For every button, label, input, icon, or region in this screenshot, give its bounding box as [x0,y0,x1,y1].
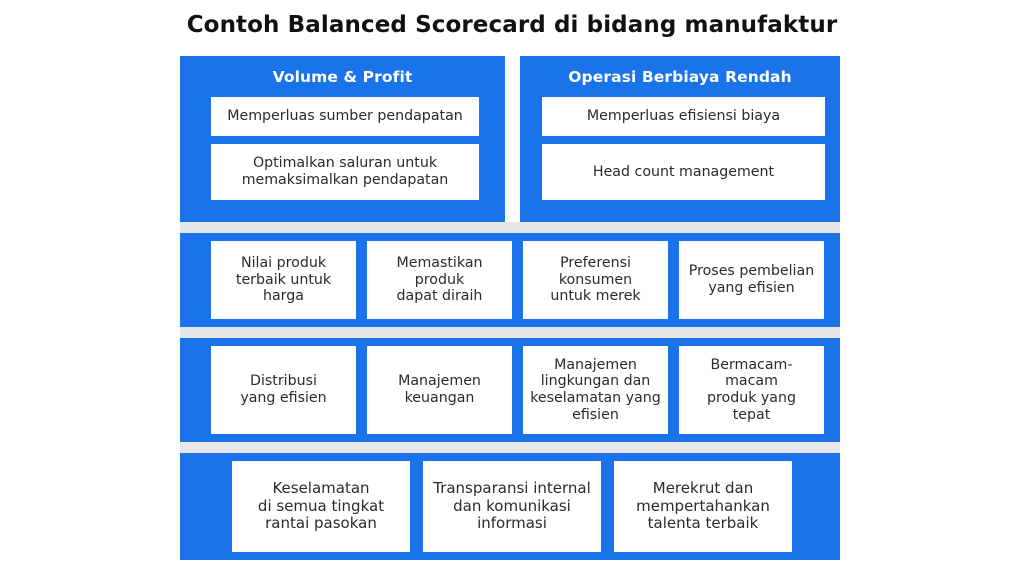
panel-heading-operasi-berbiaya-rendah: Operasi Berbiaya Rendah [568,68,792,86]
row-gap-3 [180,442,840,453]
card-proses-pembelian-efisien[interactable]: Proses pembelian yang efisien [679,241,824,319]
panel-volume-profit: Volume & Profit Memperluas sumber pendap… [180,56,505,222]
panel-operasi-berbiaya-rendah: Operasi Berbiaya Rendah Memperluas efisi… [520,56,840,222]
row-gap-1 [180,222,840,233]
card-merekrut-mempertahankan-talenta[interactable]: Merekrut dan mempertahankan talenta terb… [614,461,792,552]
card-manajemen-lingkungan-keselamatan[interactable]: Manajemen lingkungan dan keselamatan yan… [523,346,668,434]
card-distribusi-efisien[interactable]: Distribusi yang efisien [211,346,356,434]
row-gap-2 [180,327,840,338]
card-manajemen-keuangan[interactable]: Manajemen keuangan [367,346,512,434]
card-memperluas-efisiensi-biaya[interactable]: Memperluas efisiensi biaya [542,97,825,136]
card-optimalkan-saluran[interactable]: Optimalkan saluran untuk memaksimalkan p… [211,144,479,200]
page-title: Contoh Balanced Scorecard di bidang manu… [186,12,838,38]
card-head-count-management[interactable]: Head count management [542,144,825,200]
card-transparansi-internal[interactable]: Transparansi internal dan komunikasi inf… [423,461,601,552]
card-preferensi-konsumen[interactable]: Preferensi konsumen untuk merek [523,241,668,319]
panel-internal-process: Distribusi yang efisien Manajemen keuang… [180,338,840,442]
card-bermacam-macam-produk[interactable]: Bermacam-macam produk yang tepat [679,346,824,434]
panel-heading-volume-profit: Volume & Profit [272,68,413,86]
card-nilai-produk-terbaik[interactable]: Nilai produk terbaik untuk harga [211,241,356,319]
card-memastikan-produk-dapat-diraih[interactable]: Memastikan produk dapat diraih [367,241,512,319]
card-memperluas-sumber-pendapatan[interactable]: Memperluas sumber pendapatan [211,97,479,136]
panel-customer: Nilai produk terbaik untuk harga Memasti… [180,233,840,327]
panel-learning-growth: Keselamatan di semua tingkat rantai paso… [180,453,840,560]
card-keselamatan-rantai-pasokan[interactable]: Keselamatan di semua tingkat rantai paso… [232,461,410,552]
